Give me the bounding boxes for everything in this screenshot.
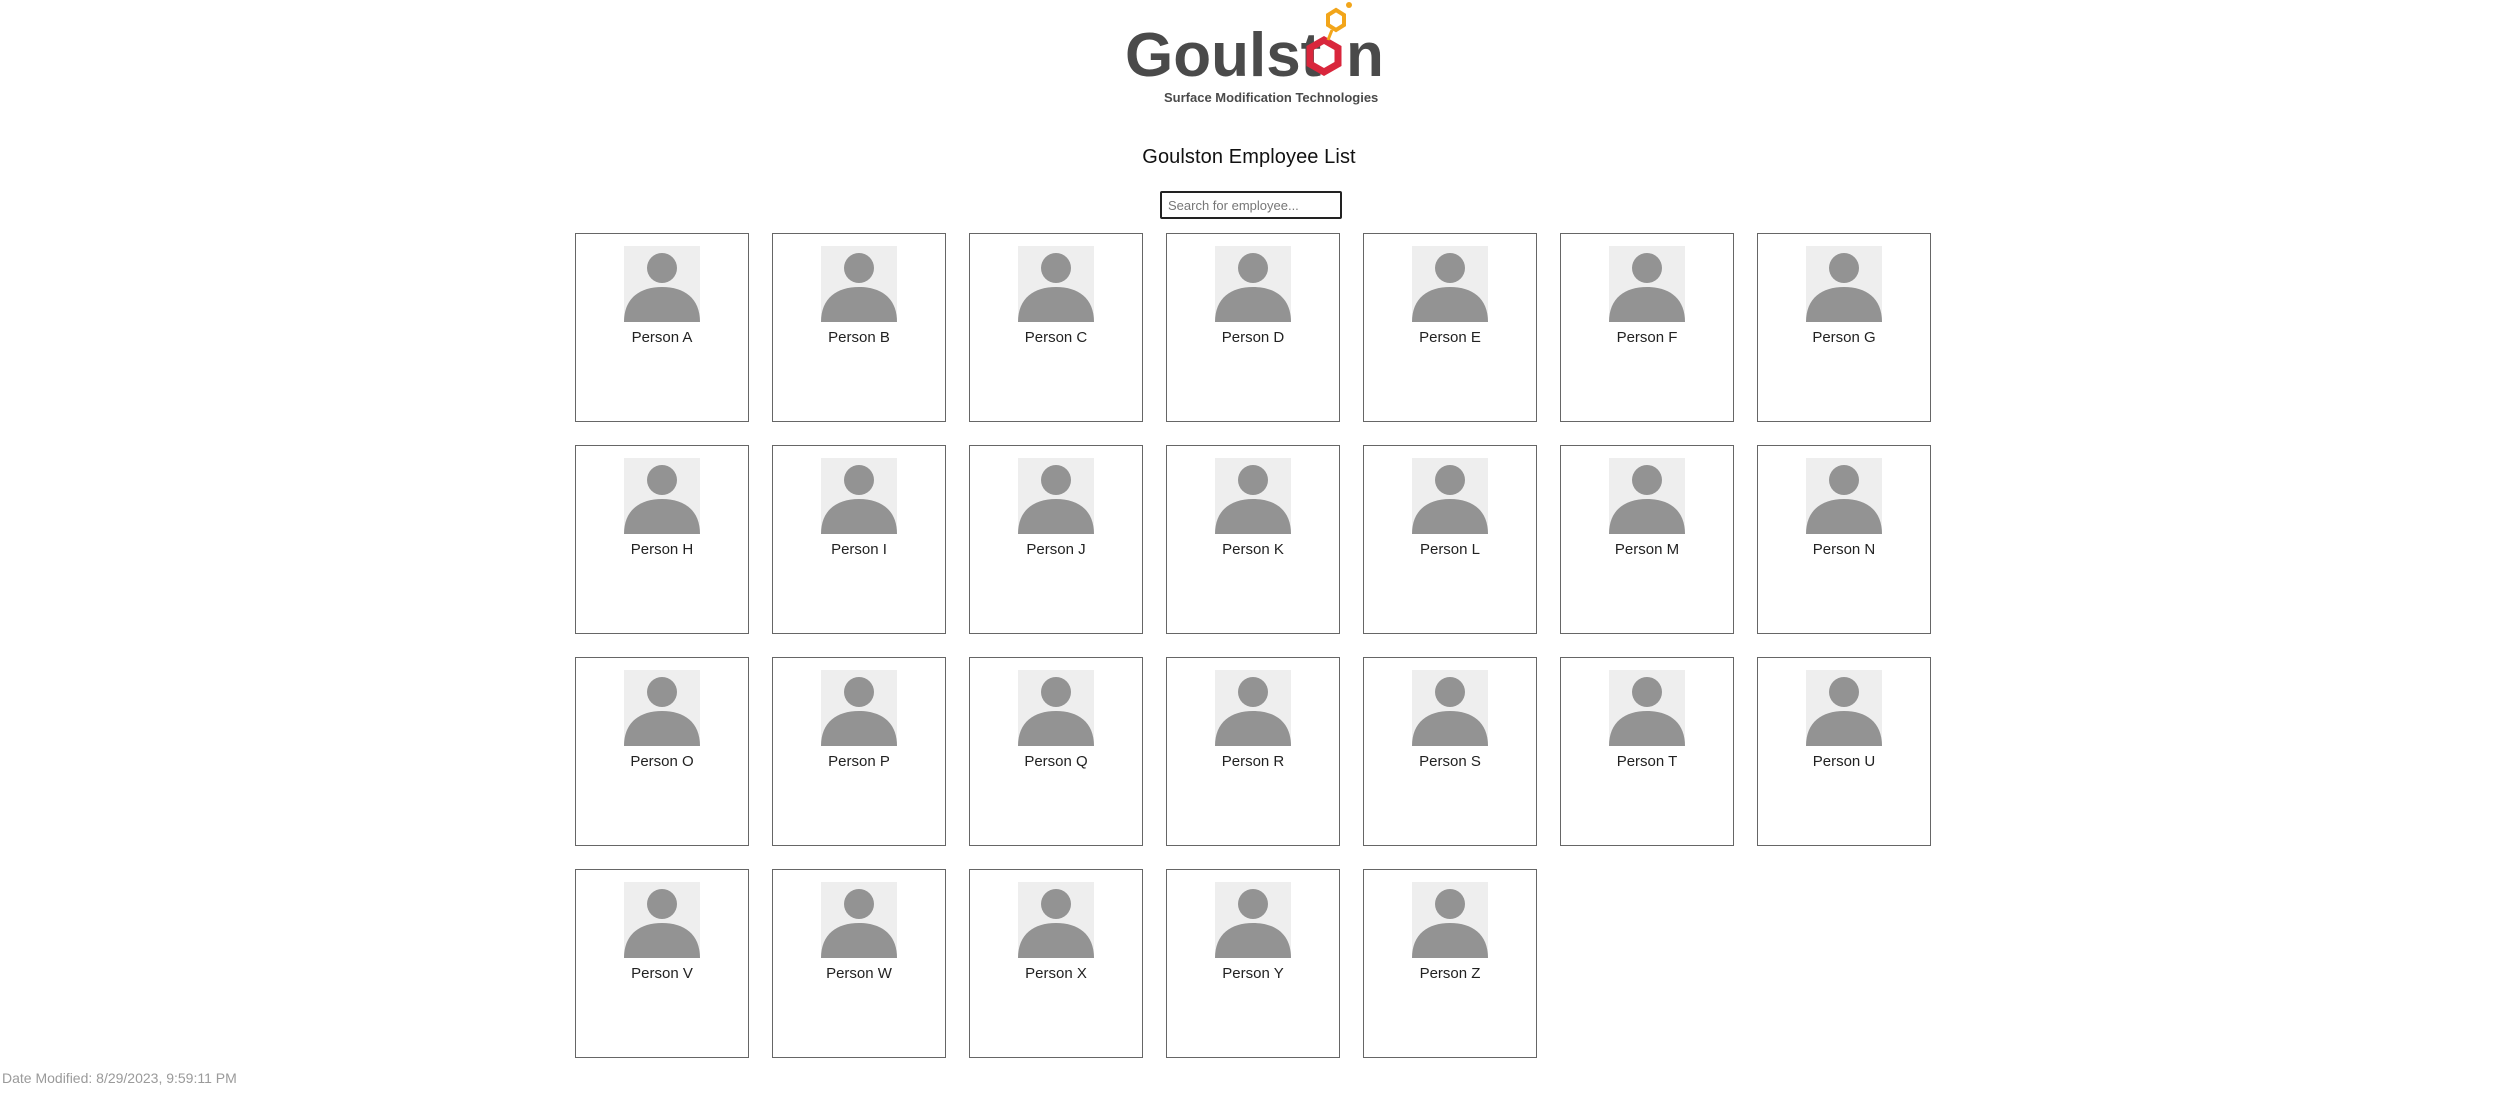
- employee-card[interactable]: Person M: [1560, 445, 1734, 634]
- employee-name: Person Q: [1024, 753, 1088, 770]
- person-placeholder-icon: [1018, 458, 1094, 534]
- person-placeholder-icon: [1018, 670, 1094, 746]
- employee-card[interactable]: Person F: [1560, 233, 1734, 422]
- employee-name: Person D: [1221, 329, 1285, 346]
- employee-card[interactable]: Person O: [575, 657, 749, 846]
- employee-name: Person V: [631, 965, 693, 982]
- employee-name: Person J: [1026, 541, 1086, 558]
- employee-name: Person A: [631, 329, 693, 346]
- employee-card[interactable]: Person L: [1363, 445, 1537, 634]
- person-placeholder-icon: [1018, 246, 1094, 322]
- employee-card[interactable]: Person J: [969, 445, 1143, 634]
- person-placeholder-icon: [821, 882, 897, 958]
- person-placeholder-icon: [1806, 670, 1882, 746]
- person-placeholder-icon: [821, 670, 897, 746]
- employee-card[interactable]: Person B: [772, 233, 946, 422]
- employee-name: Person Y: [1222, 965, 1284, 982]
- employee-name: Person Z: [1419, 965, 1481, 982]
- employee-search-input[interactable]: [1160, 191, 1342, 219]
- employee-name: Person F: [1616, 329, 1678, 346]
- person-placeholder-icon: [1215, 458, 1291, 534]
- person-placeholder-icon: [1806, 246, 1882, 322]
- employee-card[interactable]: Person Z: [1363, 869, 1537, 1058]
- person-placeholder-icon: [821, 458, 897, 534]
- person-placeholder-icon: [1215, 882, 1291, 958]
- employee-name: Person B: [828, 329, 890, 346]
- employee-card[interactable]: Person W: [772, 869, 946, 1058]
- employee-card[interactable]: Person H: [575, 445, 749, 634]
- employee-name: Person I: [831, 541, 887, 558]
- person-placeholder-icon: [1412, 882, 1488, 958]
- employee-name: Person R: [1221, 753, 1285, 770]
- employee-card[interactable]: Person I: [772, 445, 946, 634]
- employee-card[interactable]: Person R: [1166, 657, 1340, 846]
- employee-card[interactable]: Person U: [1757, 657, 1931, 846]
- employee-name: Person E: [1419, 329, 1481, 346]
- employee-card[interactable]: Person N: [1757, 445, 1931, 634]
- person-placeholder-icon: [1609, 246, 1685, 322]
- person-placeholder-icon: [1806, 458, 1882, 534]
- person-placeholder-icon: [624, 246, 700, 322]
- employee-card[interactable]: Person A: [575, 233, 749, 422]
- person-placeholder-icon: [1215, 246, 1291, 322]
- employee-card[interactable]: Person T: [1560, 657, 1734, 846]
- employee-card[interactable]: Person Y: [1166, 869, 1340, 1058]
- employee-card[interactable]: Person K: [1166, 445, 1340, 634]
- employee-card[interactable]: Person C: [969, 233, 1143, 422]
- employee-name: Person K: [1222, 541, 1284, 558]
- logo-dot: [1346, 2, 1352, 8]
- logo-wordmark: Goulst: [1125, 21, 1321, 90]
- employee-grid: Person A Person B Person C Person D Person E…: [575, 233, 1935, 1058]
- employee-name: Person S: [1419, 753, 1481, 770]
- logo-tagline: Surface Modification Technologies: [1164, 90, 1378, 105]
- logo-hexagon-orange: [1326, 7, 1346, 33]
- page-title: Goulston Employee List: [1142, 146, 1356, 168]
- employee-name: Person O: [630, 753, 694, 770]
- logo-wordmark-end: n: [1346, 21, 1384, 90]
- employee-name: Person X: [1025, 965, 1087, 982]
- employee-name: Person W: [826, 965, 892, 982]
- employee-card[interactable]: Person Q: [969, 657, 1143, 846]
- employee-name: Person P: [828, 753, 890, 770]
- employee-name: Person L: [1419, 541, 1481, 558]
- person-placeholder-icon: [624, 882, 700, 958]
- employee-card[interactable]: Person D: [1166, 233, 1340, 422]
- date-modified: Date Modified: 8/29/2023, 9:59:11 PM: [2, 1070, 237, 1086]
- person-placeholder-icon: [1215, 670, 1291, 746]
- employee-name: Person U: [1812, 753, 1876, 770]
- employee-name: Person G: [1812, 329, 1876, 346]
- employee-name: Person H: [630, 541, 694, 558]
- person-placeholder-icon: [624, 670, 700, 746]
- person-placeholder-icon: [1412, 246, 1488, 322]
- person-placeholder-icon: [1412, 458, 1488, 534]
- employee-name: Person C: [1024, 329, 1088, 346]
- goulston-logo: Goulst n Surface Modification Technologi…: [1118, 0, 1388, 110]
- person-placeholder-icon: [1412, 670, 1488, 746]
- employee-name: Person N: [1812, 541, 1876, 558]
- employee-card[interactable]: Person V: [575, 869, 749, 1058]
- employee-name: Person M: [1614, 541, 1680, 558]
- employee-card[interactable]: Person G: [1757, 233, 1931, 422]
- employee-name: Person T: [1616, 753, 1678, 770]
- employee-card[interactable]: Person X: [969, 869, 1143, 1058]
- employee-card[interactable]: Person S: [1363, 657, 1537, 846]
- employee-card[interactable]: Person P: [772, 657, 946, 846]
- employee-card[interactable]: Person E: [1363, 233, 1537, 422]
- person-placeholder-icon: [1609, 670, 1685, 746]
- person-placeholder-icon: [1018, 882, 1094, 958]
- person-placeholder-icon: [1609, 458, 1685, 534]
- person-placeholder-icon: [624, 458, 700, 534]
- person-placeholder-icon: [821, 246, 897, 322]
